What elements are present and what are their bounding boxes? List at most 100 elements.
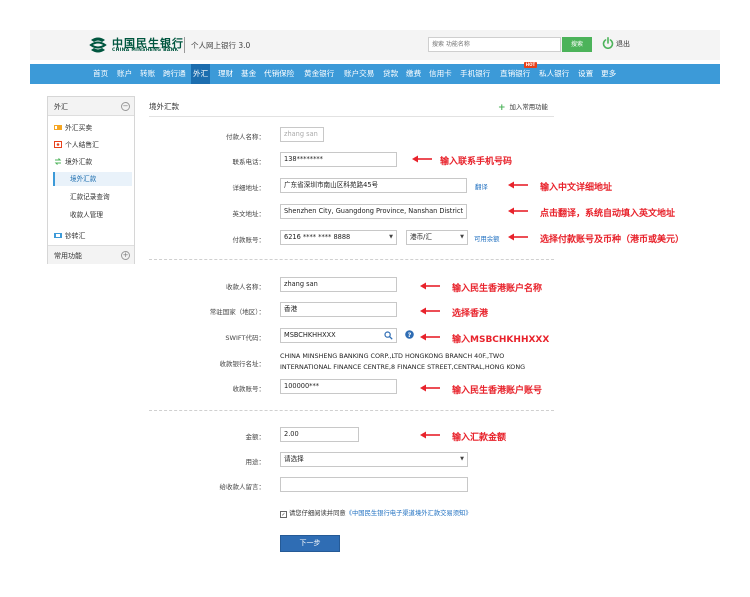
- plus-icon: +: [498, 103, 506, 113]
- sidebar: 外汇 − 外汇买卖 个人结售汇 境外汇款 境外汇款 汇款记录查询 收款人管理 钞…: [47, 96, 135, 264]
- phone-input[interactable]: 138********: [280, 152, 397, 167]
- chevron-down-icon: ▼: [460, 456, 464, 462]
- section-divider: [149, 410, 554, 411]
- logo-separator: [184, 37, 185, 53]
- annotation-payee-account: 输入民生香港账户账号: [452, 386, 543, 396]
- nav-item-settings[interactable]: 设置: [578, 64, 593, 84]
- sidebar-sub-item-payee-management[interactable]: 收款人管理: [53, 208, 132, 222]
- fx-settlement-icon: [54, 141, 62, 148]
- payee-name-input[interactable]: zhang san: [280, 277, 397, 292]
- power-icon[interactable]: [602, 37, 614, 49]
- message-input[interactable]: [280, 477, 468, 492]
- nav-item-account[interactable]: 账户: [117, 64, 132, 84]
- annotation-phone: 输入联系手机号码: [440, 157, 513, 167]
- address-input[interactable]: 广东省深圳市南山区科苑路45号: [280, 178, 467, 193]
- chevron-down-icon: ▼: [389, 234, 393, 240]
- sidebar-item-fx-settlement[interactable]: 个人结售汇: [54, 139, 99, 149]
- payee-name-label: 收款人名称：: [226, 283, 265, 291]
- nav-item-payments[interactable]: 缴费: [406, 64, 421, 84]
- bank-name-line-2: INTERNATIONAL FINANCE CENTRE,8 FINANCE S…: [280, 363, 526, 371]
- sidebar-item-forex-trading[interactable]: 外汇买卖: [54, 122, 92, 132]
- nav-item-insurance[interactable]: 代销保险: [264, 64, 294, 84]
- bank-name-label: 收款银行名址：: [219, 360, 266, 368]
- nav-item-wealth[interactable]: 理财: [218, 64, 233, 84]
- bank-name-en: CHINA MINSHENG BANK: [112, 48, 179, 53]
- nav-item-loans[interactable]: 贷款: [383, 64, 398, 84]
- nav-item-cross-bank[interactable]: 跨行通: [163, 64, 186, 84]
- amount-label: 金额：: [245, 433, 266, 441]
- chevron-down-icon: ▼: [460, 234, 464, 240]
- nav-item-forex[interactable]: 外汇: [191, 64, 211, 84]
- cash-exchange-icon: [54, 233, 62, 238]
- nav-item-account-trading[interactable]: 账户交易: [344, 64, 374, 84]
- help-icon[interactable]: ?: [405, 330, 414, 339]
- annotation-address: 输入中文详细地址: [540, 183, 613, 193]
- nav-item-more[interactable]: 更多: [601, 64, 616, 84]
- arrow-left-icon: [420, 307, 440, 315]
- page-title: 境外汇款: [149, 102, 179, 111]
- agreement-checkbox[interactable]: ✓: [280, 511, 287, 518]
- svg-text:?: ?: [408, 331, 412, 339]
- annotation-translate: 点击翻译，系统自动填入英文地址: [540, 209, 676, 219]
- arrow-left-icon: [420, 431, 440, 439]
- sidebar-footer-common-functions[interactable]: 常用功能 +: [48, 245, 134, 264]
- bank-name-line-1: CHINA MINSHENG BANKING CORP.,LTD HONGKON…: [280, 352, 505, 360]
- agreement-link[interactable]: 《中国民生银行电子渠道境外汇款交易须知》: [346, 510, 472, 517]
- search-input[interactable]: [428, 37, 561, 52]
- portal-title: 个人网上银行 3.0: [191, 41, 251, 50]
- phone-label: 联系电话：: [232, 158, 266, 166]
- account-select[interactable]: 6216 **** **** 8888 ▼: [280, 230, 397, 245]
- account-label: 付款账号：: [232, 236, 266, 244]
- main-nav: 首页 账户 转账 跨行通 外汇 理财 基金 代销保险 黄金银行 账户交易 贷款 …: [30, 64, 720, 84]
- country-select[interactable]: 香港: [280, 302, 397, 317]
- annotation-account: 选择付款账号及币种（港币或美元）: [540, 235, 685, 245]
- sidebar-section-header[interactable]: 外汇 −: [48, 97, 134, 116]
- nav-item-transfer[interactable]: 转账: [140, 64, 155, 84]
- collapse-icon[interactable]: −: [121, 102, 130, 111]
- nav-item-mobile-banking[interactable]: 手机银行: [460, 64, 490, 84]
- nav-item-home[interactable]: 首页: [93, 64, 108, 84]
- sidebar-sub-item-remittance-history[interactable]: 汇款记录查询: [53, 190, 132, 204]
- search-button[interactable]: 搜索: [562, 37, 592, 52]
- section-divider: [149, 259, 554, 260]
- arrow-left-icon: [420, 282, 440, 290]
- nav-item-funds[interactable]: 基金: [241, 64, 256, 84]
- remittance-icon: [54, 158, 62, 165]
- english-address-input[interactable]: Shenzhen City, Guangdong Province, Nansh…: [280, 204, 467, 219]
- swift-input[interactable]: MSBCHKHHXXX: [280, 328, 397, 343]
- annotation-amount: 输入汇款金额: [452, 433, 507, 443]
- sidebar-sub-item-outbound-remittance[interactable]: 境外汇款: [53, 172, 132, 186]
- purpose-select[interactable]: 请选择 ▼: [280, 452, 468, 467]
- nav-item-credit-card[interactable]: 信用卡: [429, 64, 452, 84]
- payee-account-input[interactable]: 100000***: [280, 379, 397, 394]
- bank-logo-icon: [89, 37, 107, 53]
- payee-account-label: 收款账号：: [232, 385, 266, 393]
- currency-select[interactable]: 港币/汇 ▼: [406, 230, 468, 245]
- amount-input[interactable]: 2.00: [280, 427, 359, 442]
- expand-icon[interactable]: +: [121, 251, 130, 260]
- payer-name-label: 付款人名称：: [226, 133, 265, 141]
- swift-label: SWIFT代码：: [225, 334, 265, 342]
- sidebar-item-cash-to-remittance[interactable]: 钞转汇: [54, 230, 85, 240]
- nav-item-private-banking[interactable]: 私人银行: [539, 64, 569, 84]
- annotation-payee-name: 输入民生香港账户名称: [452, 284, 543, 294]
- logout-link[interactable]: 退出: [616, 39, 630, 49]
- translate-link[interactable]: 翻译: [475, 182, 488, 191]
- agreement-text: 请您仔细阅读并同意: [289, 510, 346, 517]
- arrow-left-icon: [508, 233, 528, 241]
- annotation-country: 选择香港: [452, 309, 489, 319]
- english-address-label: 英文地址：: [232, 210, 266, 218]
- top-header: 中国民生银行 CHINA MINSHENG BANK 个人网上银行 3.0 搜索…: [30, 30, 720, 60]
- add-common-function-button[interactable]: + 加入常用功能: [498, 102, 548, 113]
- arrow-left-icon: [508, 207, 528, 215]
- search-icon[interactable]: [384, 331, 393, 340]
- country-label: 常驻国家（地区）：: [209, 308, 265, 316]
- available-balance-link[interactable]: 可用余额: [474, 234, 500, 243]
- hot-badge: HOT: [524, 62, 537, 68]
- next-step-button[interactable]: 下一步: [280, 535, 340, 552]
- sidebar-section-title: 外汇: [54, 103, 68, 111]
- sidebar-item-outbound-remittance[interactable]: 境外汇款: [54, 156, 92, 166]
- nav-item-gold[interactable]: 黄金银行: [304, 64, 334, 84]
- message-label: 给收款人留言：: [219, 483, 266, 491]
- forex-trading-icon: [54, 125, 62, 130]
